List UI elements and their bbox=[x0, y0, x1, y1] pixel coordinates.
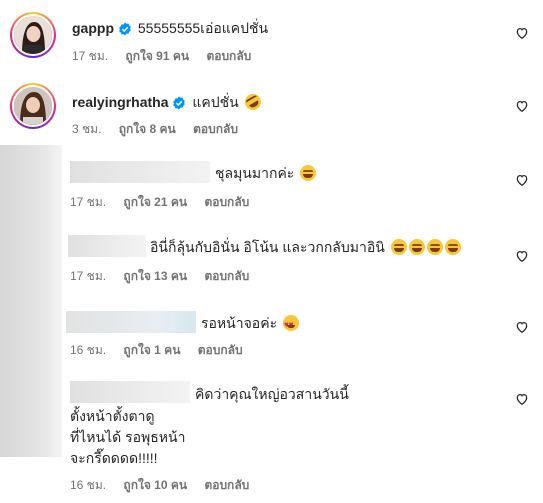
reply-button[interactable]: ตอบกลับ bbox=[193, 122, 238, 136]
comment-likes[interactable]: ถูกใจ 8 คน bbox=[119, 122, 176, 136]
comment-likes[interactable]: ถูกใจ 13 คน bbox=[123, 269, 187, 283]
comment-text: ชุลมุนมากค่ะ bbox=[215, 165, 295, 181]
comment-time[interactable]: 17 ชม. bbox=[70, 269, 106, 283]
comment-time[interactable]: 16 ชม. bbox=[70, 478, 106, 492]
avatar-image bbox=[14, 87, 52, 125]
comment-time[interactable]: 17 ชม. bbox=[70, 195, 106, 209]
comment-likes[interactable]: ถูกใจ 91 คน bbox=[125, 49, 189, 63]
comment-text-line: จะกรี๊ดดดด!!!!! bbox=[70, 450, 158, 466]
rolling-laughing-emoji bbox=[241, 91, 264, 113]
comment-username[interactable]: gappp bbox=[72, 20, 114, 36]
comment-item: คิดว่าคุณใหญ่อวสานวันนี้ ตั้งหน้าตั้งตาด… bbox=[0, 365, 543, 503]
avatar-image bbox=[14, 16, 52, 54]
grinning-squinting-emoji bbox=[390, 239, 407, 255]
comment-item: ชุลมุนมากค่ะ 17 ชม. ถูกใจ 21 คน ตอบกลับ bbox=[0, 145, 543, 215]
verified-badge-icon bbox=[119, 22, 131, 36]
heart-outline-icon[interactable] bbox=[515, 249, 529, 263]
heart-eyes-emoji bbox=[282, 315, 299, 335]
avatar[interactable] bbox=[10, 83, 56, 129]
reply-button[interactable]: ตอบกลับ bbox=[204, 195, 249, 209]
comment-item: gappp 55555555เอ่อแคปชั่น 17 ชม. ถูกใจ 9… bbox=[0, 0, 543, 75]
comment-text: 55555555เอ่อแคปชั่น bbox=[137, 20, 269, 36]
heart-outline-icon[interactable] bbox=[515, 26, 529, 40]
blurred-username bbox=[70, 381, 190, 403]
reply-button[interactable]: ตอบกลับ bbox=[204, 269, 249, 283]
comment-likes[interactable]: ถูกใจ 10 คน bbox=[123, 478, 187, 492]
comment-text: รอหน้าจอค่ะ bbox=[201, 315, 278, 331]
comment-time[interactable]: 17 ชม. bbox=[72, 49, 108, 63]
comment-time[interactable]: 3 ชม. bbox=[72, 122, 101, 136]
reply-button[interactable]: ตอบกลับ bbox=[204, 478, 249, 492]
comment-username[interactable]: realyingrhatha bbox=[72, 94, 168, 110]
comment-item: อินี่ก็ลุ้นกับอินั่น อิโน้น และวกกลับมาอ… bbox=[0, 215, 543, 290]
comment-likes[interactable]: ถูกใจ 1 คน bbox=[123, 343, 180, 357]
grinning-squinting-emoji bbox=[300, 165, 317, 181]
blurred-username bbox=[70, 161, 210, 183]
grinning-squinting-emoji bbox=[444, 239, 461, 255]
comment-time[interactable]: 16 ชม. bbox=[70, 343, 106, 357]
comment-text-line: ที่ไหนได้ รอพุธหน้า bbox=[70, 429, 186, 445]
comment-likes[interactable]: ถูกใจ 21 คน bbox=[123, 195, 187, 209]
comment-text-line: ตั้งหน้าตั้งตาดู bbox=[70, 408, 155, 424]
heart-outline-icon[interactable] bbox=[515, 99, 529, 113]
comment-item: realyingrhatha แคปชั่น 3 ชม. ถูกใจ 8 คน … bbox=[0, 75, 543, 145]
reply-button[interactable]: ตอบกลับ bbox=[198, 343, 243, 357]
heart-outline-icon[interactable] bbox=[515, 173, 529, 187]
blurred-username bbox=[68, 235, 146, 257]
blurred-username bbox=[66, 311, 196, 333]
heart-outline-icon[interactable] bbox=[515, 320, 529, 334]
comment-text: แคปชั่น bbox=[192, 94, 239, 110]
grinning-squinting-emoji bbox=[408, 239, 425, 255]
comment-text: อินี่ก็ลุ้นกับอินั่น อิโน้น และวกกลับมาอ… bbox=[150, 239, 385, 255]
comment-text-line: คิดว่าคุณใหญ่อวสานวันนี้ bbox=[195, 386, 349, 402]
verified-badge-icon bbox=[173, 96, 186, 110]
reply-button[interactable]: ตอบกลับ bbox=[206, 49, 251, 63]
heart-outline-icon[interactable] bbox=[515, 392, 529, 406]
grinning-squinting-emoji bbox=[426, 239, 443, 255]
avatar[interactable] bbox=[10, 12, 56, 58]
comment-item: รอหน้าจอค่ะ 16 ชม. ถูกใจ 1 คน ตอบกลับ bbox=[0, 290, 543, 365]
